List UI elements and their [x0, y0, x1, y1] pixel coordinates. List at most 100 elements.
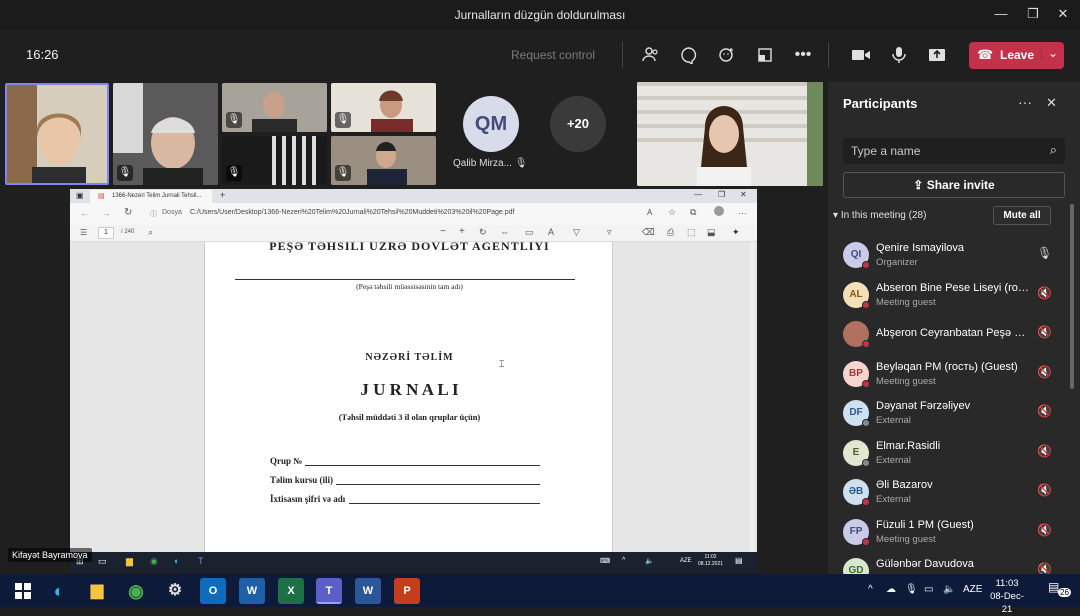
microphone-icon[interactable]: 🎙 [905, 584, 918, 595]
edge-icon[interactable]: ◐ [174, 556, 179, 566]
microphone-icon[interactable]: 🎙 [1037, 246, 1052, 260]
read-aloud-icon[interactable]: A [647, 208, 652, 217]
contents-icon[interactable]: ☰ [80, 228, 87, 237]
close-icon[interactable]: ✕ [1046, 95, 1057, 111]
keyboard-icon[interactable]: ⌨ [600, 557, 610, 565]
participant-row[interactable]: QI Qenire Ismayilova Organizer 🎙 [843, 236, 1068, 274]
read-aloud-icon[interactable]: A [548, 227, 554, 237]
avatar[interactable]: QM [463, 96, 519, 152]
pdf-scrollbar[interactable] [750, 242, 755, 552]
pin-icon[interactable]: ✦ [732, 227, 740, 238]
mic-off-icon[interactable]: 🔇 [1037, 404, 1052, 418]
pdf-viewer[interactable]: PEŞƏ TƏHSİLİ ÜZRƏ DÖVLƏT AGENTLİYİ (Peşə… [70, 242, 757, 552]
panel-scrollbar[interactable] [1070, 204, 1074, 389]
task-view-icon[interactable]: ▭ [98, 556, 107, 567]
request-control-button[interactable]: Request control [511, 48, 595, 62]
address-input[interactable]: C:/Users/User/Desktop/1366-Nezeri%20Teli… [190, 209, 515, 216]
more-options-icon[interactable]: ··· [1018, 94, 1032, 110]
more-participants-button[interactable]: +20 [550, 96, 606, 152]
participant-row[interactable]: ƏB Əli Bazarov External 🔇 [843, 473, 1068, 511]
notification-icon[interactable]: ▤ [735, 556, 743, 565]
more-options-icon[interactable]: ••• [790, 42, 816, 68]
rotate-icon[interactable]: ↻ [479, 227, 487, 238]
participant-row[interactable]: BP Beyləqan PM (гость) (Guest) Meeting gue… [843, 355, 1068, 393]
microphone-icon[interactable] [886, 42, 912, 68]
camera-icon[interactable] [848, 42, 874, 68]
mic-off-icon[interactable]: 🔇 [1037, 286, 1052, 300]
collections-icon[interactable]: ⧉ [690, 207, 696, 218]
share-screen-icon[interactable] [924, 42, 950, 68]
rooms-icon[interactable] [752, 42, 778, 68]
outlook-icon[interactable]: O [200, 578, 226, 604]
video-tile-participant-5[interactable]: 🎙 [331, 83, 436, 132]
mic-off-icon[interactable]: 🔇 [1037, 325, 1052, 339]
participant-row[interactable]: DF Dəyanət Fərzəliyev External 🔇 [843, 394, 1068, 432]
new-tab-icon[interactable]: + [220, 190, 225, 200]
refresh-icon[interactable]: ↻ [124, 207, 132, 218]
leave-button[interactable]: ☎ Leave ⌄ [969, 42, 1064, 69]
print-icon[interactable]: ⎙ [667, 227, 674, 238]
video-tile-speaker[interactable] [637, 82, 823, 186]
maximize-icon[interactable]: ❐ [718, 190, 725, 199]
language-indicator[interactable]: AZE [963, 584, 982, 595]
video-tile-participant-4[interactable]: 🎙 [222, 136, 327, 185]
zoom-in-icon[interactable]: + [459, 226, 465, 237]
save-icon[interactable]: ⬚ [687, 227, 696, 238]
video-tile-participant-2[interactable]: 🎙 [113, 83, 218, 185]
app-w-icon[interactable]: W [239, 578, 265, 604]
video-tile-participant-3[interactable]: 🎙 [222, 83, 327, 132]
volume-icon[interactable]: 🔈 [645, 557, 654, 565]
network-icon[interactable]: ▭ [924, 584, 933, 595]
chrome-icon[interactable]: ◉ [123, 578, 149, 604]
mic-off-icon[interactable]: 🔇 [1037, 444, 1052, 458]
zoom-out-icon[interactable]: − [440, 226, 446, 237]
mic-off-icon[interactable]: 🔇 [1037, 523, 1052, 537]
chrome-icon[interactable]: ◉ [150, 556, 158, 567]
search-icon[interactable]: ⌕ [1050, 142, 1057, 158]
back-icon[interactable]: ← [80, 208, 89, 218]
video-tile-participant-6[interactable]: 🎙 [331, 136, 436, 185]
participant-row[interactable]: E Elmar.Rasidli External 🔇 [843, 434, 1068, 472]
search-icon[interactable]: ⌕ [148, 227, 153, 238]
highlight-icon[interactable]: ▿ [607, 227, 612, 238]
more-options-icon[interactable]: … [738, 206, 747, 216]
mic-off-icon[interactable]: 🔇 [1037, 365, 1052, 379]
in-meeting-header[interactable]: ▾ In this meeting (28) [833, 210, 926, 221]
word-icon[interactable]: W [355, 578, 381, 604]
tray-expand-icon[interactable]: ^ [622, 557, 625, 564]
edge-icon[interactable]: ◐ [46, 578, 72, 604]
cloud-icon[interactable]: ☁ [886, 584, 896, 595]
forward-icon[interactable]: → [102, 208, 111, 218]
teams-icon[interactable]: T [198, 556, 204, 566]
chevron-down-icon[interactable]: ⌄ [1040, 46, 1058, 60]
participant-row[interactable]: AL Abseron Bine Pese Liseyi (rос... Meetin… [843, 276, 1068, 314]
lang-indicator[interactable]: AZE [680, 558, 692, 564]
browser-tab[interactable]: ▤ 1366-Nezeri Telim Jurnali Tehsil... [90, 190, 212, 203]
page-view-icon[interactable]: ▭ [525, 227, 534, 238]
tray-expand-icon[interactable]: ^ [868, 584, 873, 595]
mic-off-icon[interactable]: 🔇 [1037, 483, 1052, 497]
chat-icon[interactable] [676, 42, 702, 68]
share-invite-button[interactable]: ⇪ Share invite [843, 172, 1065, 198]
profile-icon[interactable] [714, 206, 724, 216]
start-icon[interactable] [10, 578, 36, 604]
minimize-icon[interactable]: — [992, 6, 1010, 21]
save-as-icon[interactable]: ⬓ [707, 227, 716, 238]
excel-icon[interactable]: X [278, 578, 304, 604]
taskbar-clock[interactable]: 11:03 08-Dec-21 [985, 577, 1029, 616]
file-explorer-icon[interactable]: ▆ [126, 556, 133, 567]
eraser-icon[interactable]: ⌫ [642, 227, 655, 238]
close-icon[interactable]: ✕ [740, 190, 747, 199]
close-icon[interactable]: ✕ [1054, 6, 1072, 22]
search-input[interactable] [851, 143, 1031, 159]
maximize-icon[interactable]: ❐ [1024, 6, 1042, 22]
favorite-icon[interactable]: ☆ [668, 207, 676, 218]
settings-icon[interactable]: ⚙ [162, 578, 188, 604]
file-explorer-icon[interactable]: ▆ [84, 578, 110, 604]
teams-icon[interactable]: T [316, 578, 342, 604]
page-number-input[interactable]: 1 [98, 227, 114, 239]
participant-row[interactable]: Abşeron Ceyranbatan Peşə Lis... 🔇 [843, 315, 1068, 353]
volume-icon[interactable]: 🔈 [943, 584, 955, 595]
draw-icon[interactable]: ▽ [573, 227, 580, 238]
people-icon[interactable] [638, 42, 664, 68]
